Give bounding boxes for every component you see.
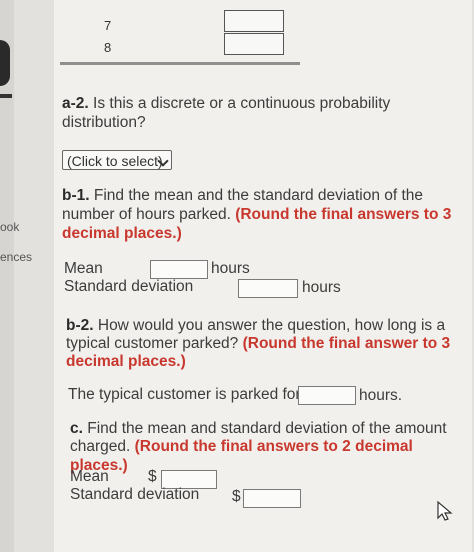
question-a2-text-2: distribution? (62, 114, 146, 131)
sidebar-toggle[interactable] (0, 40, 10, 86)
b2-answer-input[interactable] (298, 386, 356, 405)
table-bottom-border (60, 62, 300, 65)
question-b1-instruction: decimal places.) (62, 225, 182, 242)
c-std-label: Standard deviation (70, 486, 200, 503)
question-c-text-2: charged. (Round the final answers to 2 d… (70, 438, 413, 474)
sidebar-divider (0, 94, 12, 98)
question-b1-text: b-1. Find the mean and the standard devi… (62, 187, 424, 204)
table-input-cell[interactable] (224, 10, 284, 32)
select-label: (Click to select) (67, 153, 163, 169)
b2-answer-unit: hours. (359, 387, 403, 404)
question-a2-text: a-2. Is this a discrete or a continuous … (62, 95, 391, 112)
question-b2-text: b-2. How would you answer the question, … (66, 317, 446, 334)
mouse-cursor-icon (437, 500, 453, 521)
b1-mean-label: Mean (64, 260, 103, 277)
distribution-type-select[interactable]: (Click to select) (62, 150, 172, 170)
sidebar-partial-label[interactable]: ook (0, 220, 19, 234)
b1-std-input[interactable] (238, 279, 298, 298)
table-input-cell[interactable] (224, 33, 284, 55)
c-mean-label: Mean (70, 468, 109, 485)
b1-std-label: Standard deviation (64, 278, 194, 295)
question-b2-instruction: decimal places.) (66, 353, 186, 370)
question-b1-text-2: number of hours parked. (Round the final… (62, 206, 452, 223)
b1-mean-unit: hours (211, 260, 250, 277)
c-mean-currency: $ (148, 468, 157, 485)
table-row-label: 7 (104, 18, 112, 33)
b1-std-unit: hours (302, 279, 341, 296)
c-std-input[interactable] (243, 489, 301, 508)
c-std-currency: $ (232, 488, 241, 505)
sidebar-partial-label[interactable]: ences (0, 250, 32, 264)
question-b2-text-2: typical customer parked? (Round the fina… (66, 335, 451, 352)
b2-answer-label: The typical customer is parked for (68, 386, 301, 403)
table-row-label: 8 (104, 40, 112, 55)
question-c-text: c. Find the mean and standard deviation … (70, 420, 447, 437)
